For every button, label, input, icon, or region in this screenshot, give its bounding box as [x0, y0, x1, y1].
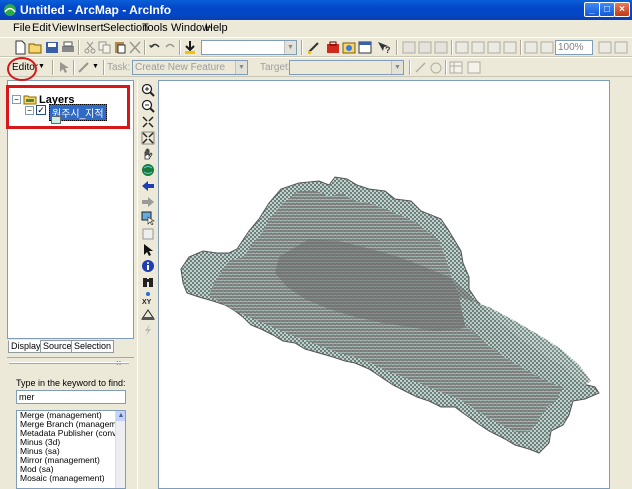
forward-extent-icon[interactable] — [141, 195, 155, 209]
pan-icon[interactable] — [141, 147, 155, 161]
print-icon[interactable] — [60, 40, 76, 55]
delete-icon[interactable] — [127, 40, 143, 55]
search-prompt: Type in the keyword to find: — [16, 378, 126, 388]
zoom-out-icon[interactable] — [141, 99, 155, 113]
fixed-zoom-in-icon[interactable] — [141, 115, 155, 129]
maximize-button[interactable]: □ — [599, 2, 615, 17]
go-back-extent-icon[interactable] — [523, 40, 539, 55]
open-icon[interactable] — [28, 40, 44, 55]
tab-display[interactable]: Display — [8, 340, 44, 353]
menu-help[interactable]: Help — [205, 22, 228, 34]
menu-view[interactable]: View — [52, 22, 76, 34]
copy-icon[interactable] — [97, 40, 113, 55]
parcel-map[interactable] — [159, 81, 609, 488]
zoom-in-icon[interactable] — [141, 83, 155, 97]
sketch-properties-icon[interactable] — [466, 60, 482, 75]
go-forward-extent-icon[interactable] — [539, 40, 555, 55]
standard-toolbar: ▼ ? 100% — [0, 37, 632, 57]
scroll-up-icon[interactable]: ▲ — [116, 411, 125, 421]
fixed-zoom-out-layout-icon[interactable] — [502, 40, 518, 55]
minimize-button[interactable]: _ — [584, 2, 600, 17]
task-label: Task: — [107, 62, 131, 73]
paste-icon[interactable] — [112, 40, 128, 55]
editor-dropdown-icon[interactable]: ▼ — [38, 63, 45, 70]
target-label: Target: — [260, 62, 291, 73]
go-to-xy-icon[interactable]: XY — [141, 291, 155, 305]
search-input[interactable]: mer — [16, 390, 126, 404]
cut-icon[interactable] — [82, 40, 98, 55]
task-combo[interactable]: Create New Feature — [132, 60, 248, 75]
identify-icon[interactable] — [141, 259, 155, 273]
svg-text:?: ? — [385, 45, 391, 55]
tab-selection[interactable]: Selection — [71, 340, 115, 353]
menu-insert[interactable]: Insert — [76, 22, 104, 34]
layout-zoom-out-icon[interactable] — [417, 40, 433, 55]
menu-tools[interactable]: Tools — [142, 22, 168, 34]
editor-toolbar-icon[interactable] — [306, 40, 322, 55]
fixed-zoom-in-layout-icon[interactable] — [486, 40, 502, 55]
menu-bar: File Edit View Insert Selection Tools Wi… — [0, 20, 632, 37]
edit-tool-icon[interactable] — [56, 60, 72, 75]
hyperlink-icon[interactable] — [141, 323, 155, 337]
new-document-icon[interactable] — [12, 40, 28, 55]
undo-icon[interactable] — [147, 40, 163, 55]
target-combo[interactable] — [289, 60, 404, 75]
editor-toolbar: Editor ▼ ▼ Task: Create New Feature ▼ Ta… — [0, 57, 632, 77]
svg-text:XY: XY — [142, 299, 152, 305]
menu-edit[interactable]: Edit — [32, 22, 51, 34]
arccatalog-icon[interactable] — [341, 40, 357, 55]
focus-data-frame-icon[interactable] — [613, 40, 629, 55]
full-extent-icon[interactable] — [141, 163, 155, 177]
right-dock-area — [611, 80, 629, 489]
map-display[interactable] — [158, 80, 610, 489]
layout-zoom-in-icon[interactable] — [401, 40, 417, 55]
annotation-circle-editor — [7, 57, 37, 81]
add-data-icon[interactable] — [182, 40, 198, 55]
zoom-percent-combo[interactable]: 100% — [555, 40, 593, 55]
results-scrollbar[interactable]: ▲ — [115, 411, 125, 488]
back-extent-icon[interactable] — [141, 179, 155, 193]
select-features-icon[interactable] — [141, 211, 155, 225]
sketch-tool-icon[interactable] — [76, 60, 92, 75]
zoom-whole-page-icon[interactable] — [454, 40, 470, 55]
annotation-rectangle-layer — [6, 85, 130, 129]
arctoolbox-icon[interactable] — [325, 40, 341, 55]
toggle-draft-mode-icon[interactable] — [597, 40, 613, 55]
redo-icon[interactable] — [162, 40, 178, 55]
menu-file[interactable]: File — [13, 22, 31, 34]
sketch-dropdown-icon[interactable]: ▼ — [92, 63, 99, 70]
tab-source[interactable]: Source — [40, 340, 75, 353]
attributes-icon[interactable] — [448, 60, 464, 75]
measure-icon[interactable] — [141, 307, 155, 321]
split-tool-icon[interactable] — [413, 60, 429, 75]
title-bar: Untitled - ArcMap - ArcInfo _ □ × — [0, 0, 632, 20]
command-line-icon[interactable] — [357, 40, 373, 55]
find-icon[interactable] — [141, 275, 155, 289]
rotate-tool-icon[interactable] — [428, 60, 444, 75]
select-elements-icon[interactable] — [141, 243, 155, 257]
map-scale-combo[interactable] — [201, 40, 297, 55]
zoom-100-icon[interactable] — [470, 40, 486, 55]
close-button[interactable]: × — [614, 2, 630, 17]
window-title: Untitled - ArcMap - ArcInfo — [20, 3, 172, 17]
search-results-list[interactable]: Merge (management) Merge Branch (managem… — [16, 410, 126, 489]
panel-grip[interactable] — [9, 362, 129, 364]
layout-pan-icon[interactable] — [433, 40, 449, 55]
arcmap-app-icon — [4, 4, 16, 16]
save-icon[interactable] — [44, 40, 60, 55]
clear-selection-icon[interactable] — [141, 227, 155, 241]
tools-toolbar: XY — [137, 80, 157, 489]
fixed-zoom-out-icon[interactable] — [141, 131, 155, 145]
whats-this-help-icon[interactable]: ? — [376, 40, 392, 55]
list-item[interactable]: Mosaic (management) — [17, 474, 125, 483]
